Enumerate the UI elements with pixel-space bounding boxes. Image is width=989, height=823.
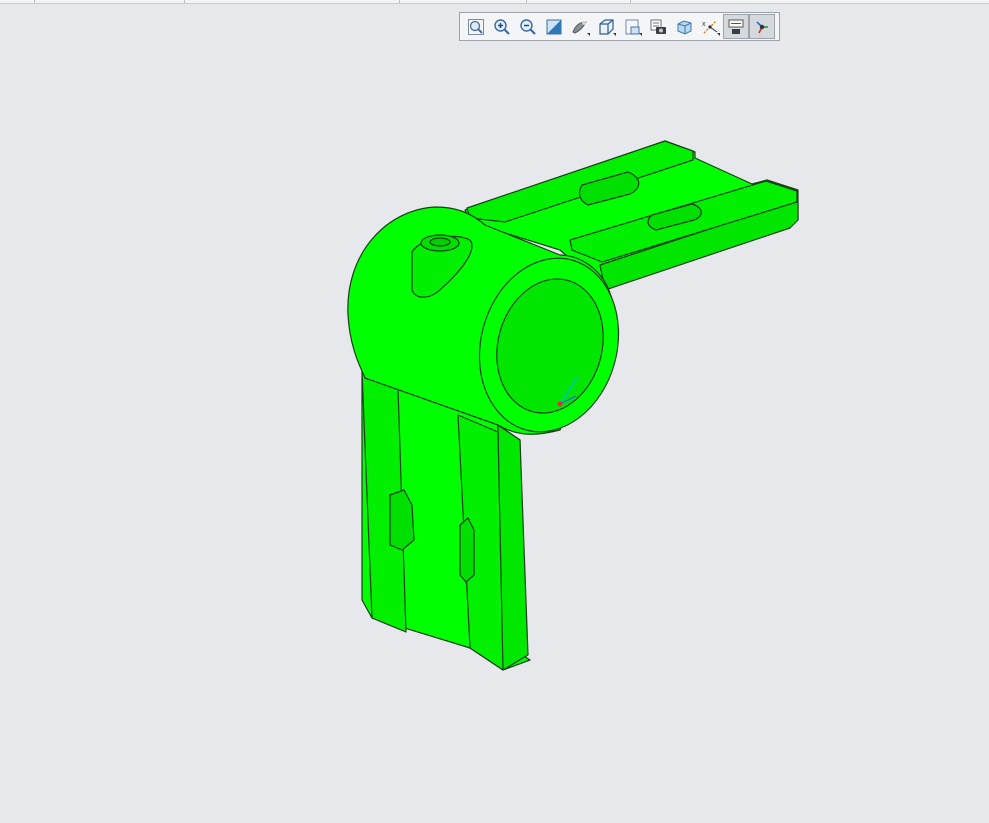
svg-text:x: x	[702, 21, 706, 28]
annotation-display-icon	[728, 19, 744, 34]
spin-center-button[interactable]	[749, 14, 775, 39]
graphics-viewport[interactable]	[0, 0, 989, 823]
annotation-display-button[interactable]	[723, 14, 749, 39]
perspective-view-icon	[677, 19, 692, 35]
3d-model[interactable]	[347, 140, 799, 671]
repaint-button[interactable]	[541, 14, 567, 39]
snapshot-button[interactable]	[645, 14, 671, 39]
view-toolbar: x	[459, 12, 780, 41]
snapshot-icon	[650, 19, 666, 34]
zoom-to-fit-button[interactable]	[463, 14, 489, 39]
zoom-to-fit-icon	[468, 18, 484, 35]
perspective-view-button[interactable]	[671, 14, 697, 39]
zoom-out-button[interactable]	[515, 14, 541, 39]
zoom-in-icon	[494, 18, 510, 35]
display-style-button[interactable]	[567, 14, 593, 39]
spin-center-icon	[756, 20, 768, 33]
hub-hole-inner	[429, 237, 451, 247]
saved-views-button[interactable]	[593, 14, 619, 39]
view-manager-button[interactable]	[619, 14, 645, 39]
datum-display-button[interactable]: x	[697, 14, 723, 39]
zoom-in-button[interactable]	[489, 14, 515, 39]
repaint-icon	[546, 19, 562, 34]
zoom-out-icon	[520, 18, 536, 35]
leg-slot-right	[459, 517, 475, 583]
